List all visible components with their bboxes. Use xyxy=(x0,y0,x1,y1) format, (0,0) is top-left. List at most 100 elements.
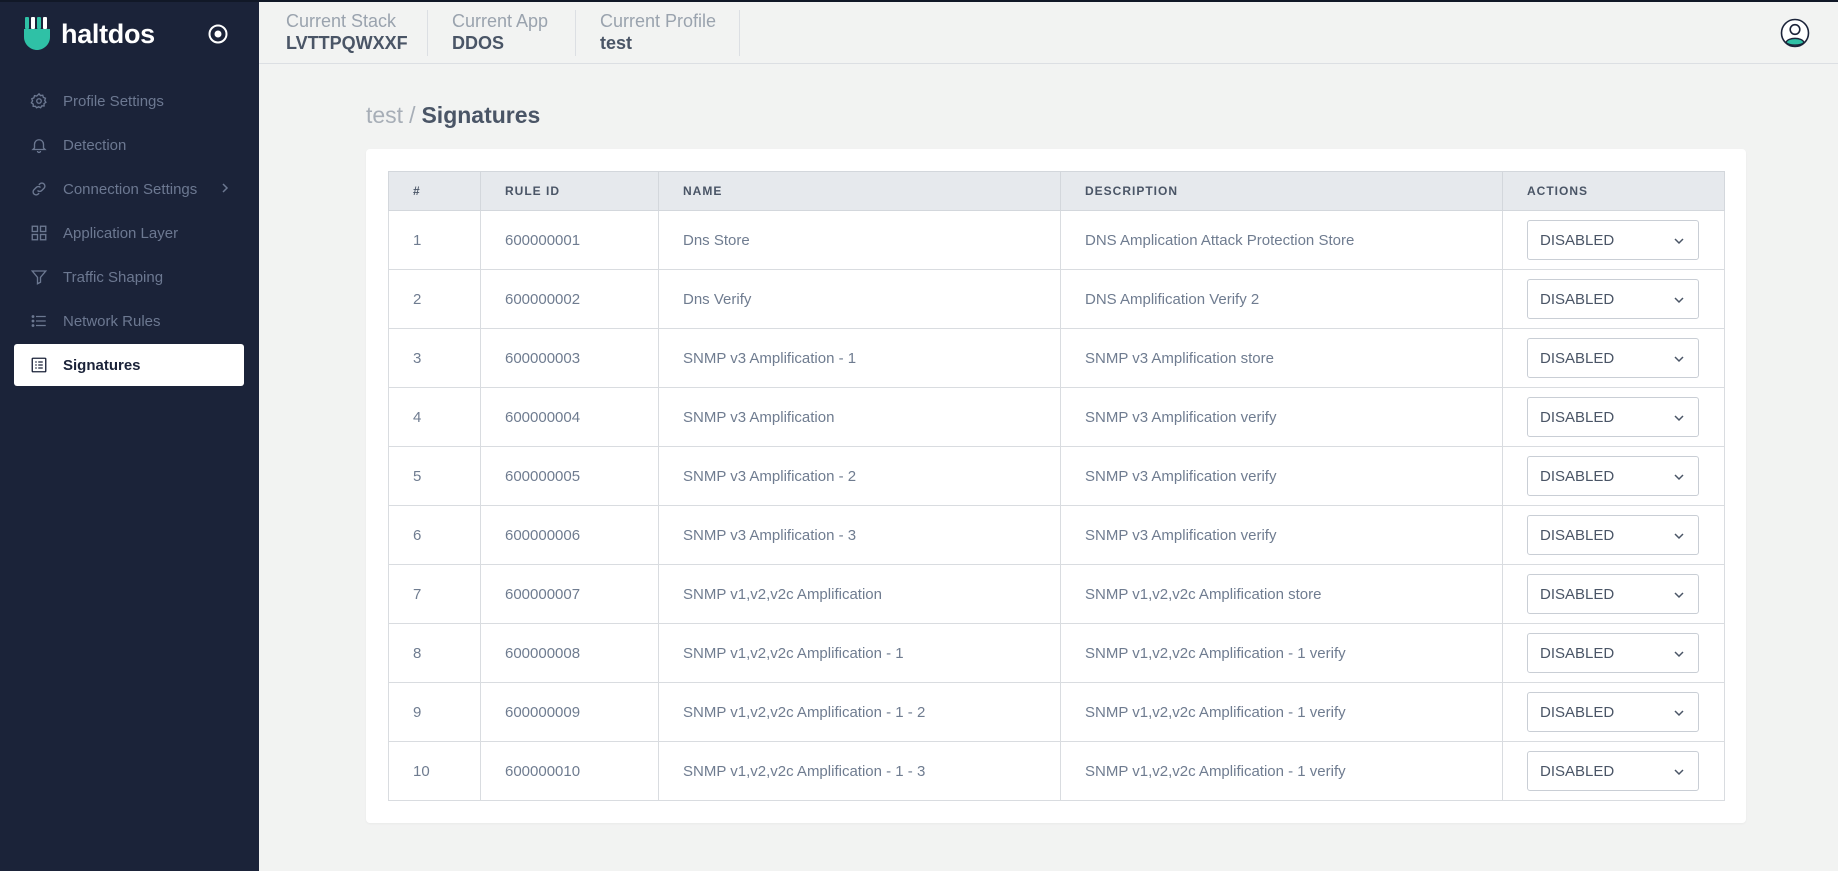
cell-rule-id: 600000001 xyxy=(480,210,659,270)
cell-name: SNMP v3 Amplification - 2 xyxy=(658,446,1061,506)
cell-description: DNS Amplification Verify 2 xyxy=(1060,269,1503,329)
sidebar-item-label: Signatures xyxy=(63,356,141,374)
cell-actions: DISABLED xyxy=(1502,505,1725,565)
cell-actions: DISABLED xyxy=(1502,210,1725,270)
breadcrumb-parent[interactable]: test xyxy=(366,102,403,128)
action-select-value: DISABLED xyxy=(1540,408,1615,426)
table-row: 4 600000004 SNMP v3 Amplification SNMP v3 A… xyxy=(388,387,1725,447)
cell-number: 5 xyxy=(388,446,481,506)
cell-rule-id: 600000006 xyxy=(480,505,659,565)
cell-rule-id: 600000009 xyxy=(480,682,659,742)
cell-name: SNMP v3 Amplification - 1 xyxy=(658,328,1061,388)
table-row: 6 600000006 SNMP v3 Amplification - 3 SNMP … xyxy=(388,505,1725,565)
brand[interactable]: haltdos xyxy=(23,16,155,52)
cell-actions: DISABLED xyxy=(1502,269,1725,329)
cell-name: SNMP v1,v2,v2c Amplification - 1 xyxy=(658,623,1061,683)
chevron-down-icon xyxy=(1672,647,1686,661)
haltdos-logo-icon xyxy=(24,17,50,50)
action-select-value: DISABLED xyxy=(1540,526,1615,544)
sidebar-toggle-icon[interactable] xyxy=(206,22,230,46)
topbar: Current Stack LVTTPQWXXF Current App DDO… xyxy=(259,0,1838,64)
current-profile-value: test xyxy=(600,33,633,53)
action-select-value: DISABLED xyxy=(1540,467,1615,485)
page-title: Signatures xyxy=(421,102,541,128)
chevron-down-icon xyxy=(1672,529,1686,543)
sidebar-nav: Profile Settings Detection Connection Se… xyxy=(14,80,244,388)
action-select[interactable]: DISABLED xyxy=(1527,220,1699,260)
cell-name: SNMP v1,v2,v2c Amplification - 1 - 3 xyxy=(658,741,1061,801)
action-select[interactable]: DISABLED xyxy=(1527,456,1699,496)
cell-name: SNMP v1,v2,v2c Amplification - 1 - 2 xyxy=(658,682,1061,742)
sidebar-item-detection[interactable]: Detection xyxy=(14,124,244,166)
cell-description: SNMP v3 Amplification store xyxy=(1060,328,1503,388)
current-profile-label: Current Profile xyxy=(600,11,717,31)
bell-icon xyxy=(30,136,48,154)
sidebar-item-traffic-shaping[interactable]: Traffic Shaping xyxy=(14,256,244,298)
table-row: 8 600000008 SNMP v1,v2,v2c Amplification -… xyxy=(388,623,1725,683)
action-select[interactable]: DISABLED xyxy=(1527,515,1699,555)
current-app-value: DDOS xyxy=(452,33,505,53)
column-header-description: DESCRIPTION xyxy=(1060,171,1503,211)
cell-actions: DISABLED xyxy=(1502,564,1725,624)
sidebar-item-connection-settings[interactable]: Connection Settings xyxy=(14,168,244,210)
cell-rule-id: 600000003 xyxy=(480,328,659,388)
signatures-card: # RULE ID NAME DESCRIPTION ACTIONS 1 6000… xyxy=(366,149,1746,823)
sidebar-item-network-rules[interactable]: Network Rules xyxy=(14,300,244,342)
current-app[interactable]: Current App DDOS xyxy=(425,10,548,56)
cell-description: SNMP v3 Amplification verify xyxy=(1060,505,1503,565)
cell-number: 6 xyxy=(388,505,481,565)
cell-name: Dns Verify xyxy=(658,269,1061,329)
action-select-value: DISABLED xyxy=(1540,349,1615,367)
chevron-down-icon xyxy=(1672,352,1686,366)
sidebar-item-label: Traffic Shaping xyxy=(63,268,164,286)
cell-rule-id: 600000004 xyxy=(480,387,659,447)
cell-number: 4 xyxy=(388,387,481,447)
cell-actions: DISABLED xyxy=(1502,741,1725,801)
current-stack[interactable]: Current Stack LVTTPQWXXF xyxy=(259,10,408,56)
cell-description: SNMP v1,v2,v2c Amplification - 1 verify xyxy=(1060,682,1503,742)
link-icon xyxy=(30,180,48,198)
action-select[interactable]: DISABLED xyxy=(1527,279,1699,319)
cell-name: SNMP v3 Amplification - 3 xyxy=(658,505,1061,565)
column-header-number: # xyxy=(388,171,481,211)
action-select[interactable]: DISABLED xyxy=(1527,692,1699,732)
sidebar-item-label: Connection Settings xyxy=(63,180,198,198)
grid-icon xyxy=(30,224,48,242)
cell-rule-id: 600000010 xyxy=(480,741,659,801)
action-select[interactable]: DISABLED xyxy=(1527,338,1699,378)
sidebar-item-application-layer[interactable]: Application Layer xyxy=(14,212,244,254)
action-select-value: DISABLED xyxy=(1540,703,1615,721)
table-row: 5 600000005 SNMP v3 Amplification - 2 SNMP … xyxy=(388,446,1725,506)
table-header-row: # RULE ID NAME DESCRIPTION ACTIONS xyxy=(388,171,1725,211)
action-select[interactable]: DISABLED xyxy=(1527,633,1699,673)
brand-name: haltdos xyxy=(61,18,155,49)
table-row: 10 600000010 SNMP v1,v2,v2c Amplification … xyxy=(388,741,1725,801)
cell-description: SNMP v1,v2,v2c Amplification - 1 verify xyxy=(1060,741,1503,801)
action-select[interactable]: DISABLED xyxy=(1527,574,1699,614)
current-profile[interactable]: Current Profile test xyxy=(573,10,716,56)
cell-name: Dns Store xyxy=(658,210,1061,270)
filter-icon xyxy=(30,268,48,286)
action-select[interactable]: DISABLED xyxy=(1527,397,1699,437)
cell-name: SNMP v3 Amplification xyxy=(658,387,1061,447)
cell-actions: DISABLED xyxy=(1502,387,1725,447)
sidebar-item-label: Detection xyxy=(63,136,127,154)
cell-actions: DISABLED xyxy=(1502,623,1725,683)
breadcrumb-separator: / xyxy=(409,102,416,128)
cell-name: SNMP v1,v2,v2c Amplification xyxy=(658,564,1061,624)
user-avatar-icon[interactable] xyxy=(1780,18,1810,48)
signatures-table: # RULE ID NAME DESCRIPTION ACTIONS 1 6000… xyxy=(388,171,1725,801)
table-row: 9 600000009 SNMP v1,v2,v2c Amplification -… xyxy=(388,682,1725,742)
chevron-down-icon xyxy=(1672,293,1686,307)
sidebar-item-signatures[interactable]: Signatures xyxy=(14,344,244,386)
action-select[interactable]: DISABLED xyxy=(1527,751,1699,791)
list-icon xyxy=(30,312,48,330)
cell-description: SNMP v1,v2,v2c Amplification - 1 verify xyxy=(1060,623,1503,683)
top-border xyxy=(0,0,1838,2)
sidebar-item-profile-settings[interactable]: Profile Settings xyxy=(14,80,244,122)
column-header-name: NAME xyxy=(658,171,1061,211)
cell-number: 1 xyxy=(388,210,481,270)
current-app-label: Current App xyxy=(452,11,549,31)
chevron-down-icon xyxy=(1672,234,1686,248)
chevron-down-icon xyxy=(1672,706,1686,720)
